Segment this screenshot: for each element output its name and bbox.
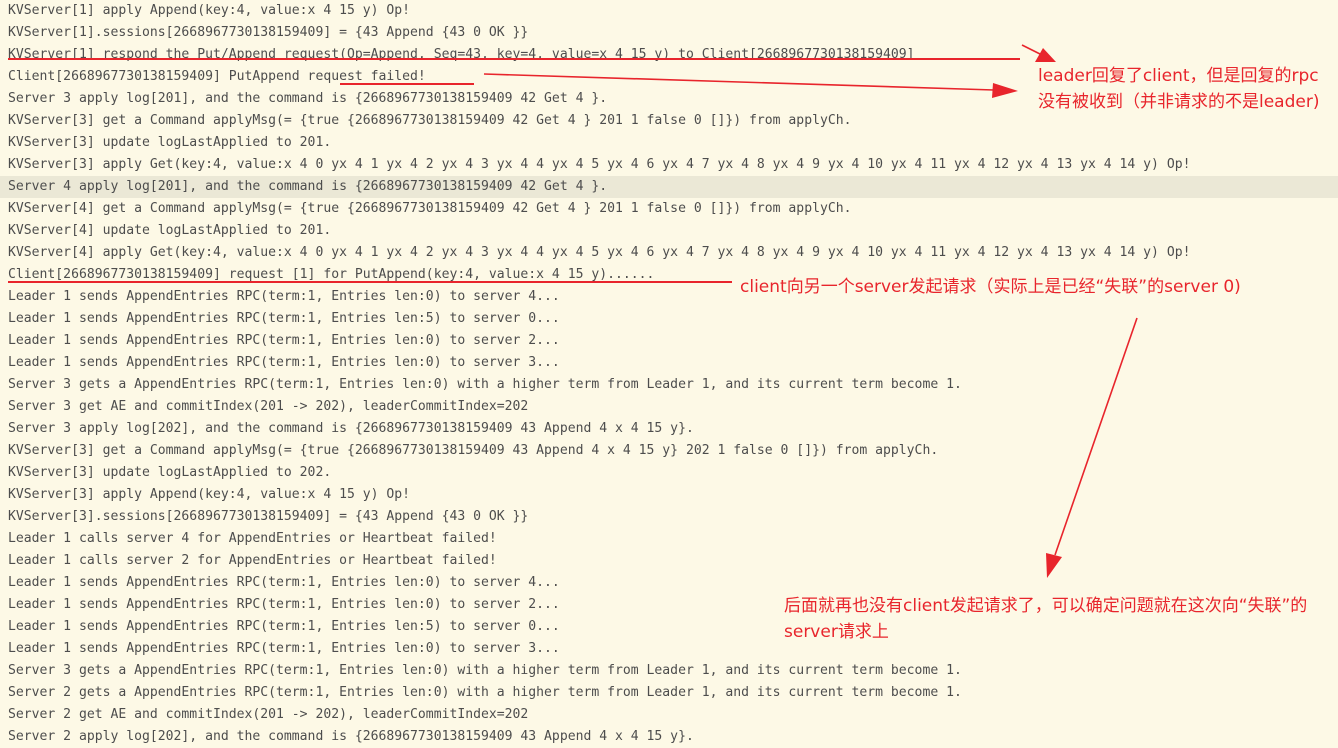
arrow-head-3 <box>1046 553 1062 578</box>
arrow-to-annotation-1b <box>483 73 995 91</box>
arrow-head-1 <box>1035 48 1056 62</box>
arrow-to-annotation-3 <box>1054 317 1138 556</box>
arrow-to-annotation-1 <box>1021 44 1043 56</box>
arrow-head-2 <box>992 83 1018 98</box>
annotation-overlay <box>8 44 1138 578</box>
